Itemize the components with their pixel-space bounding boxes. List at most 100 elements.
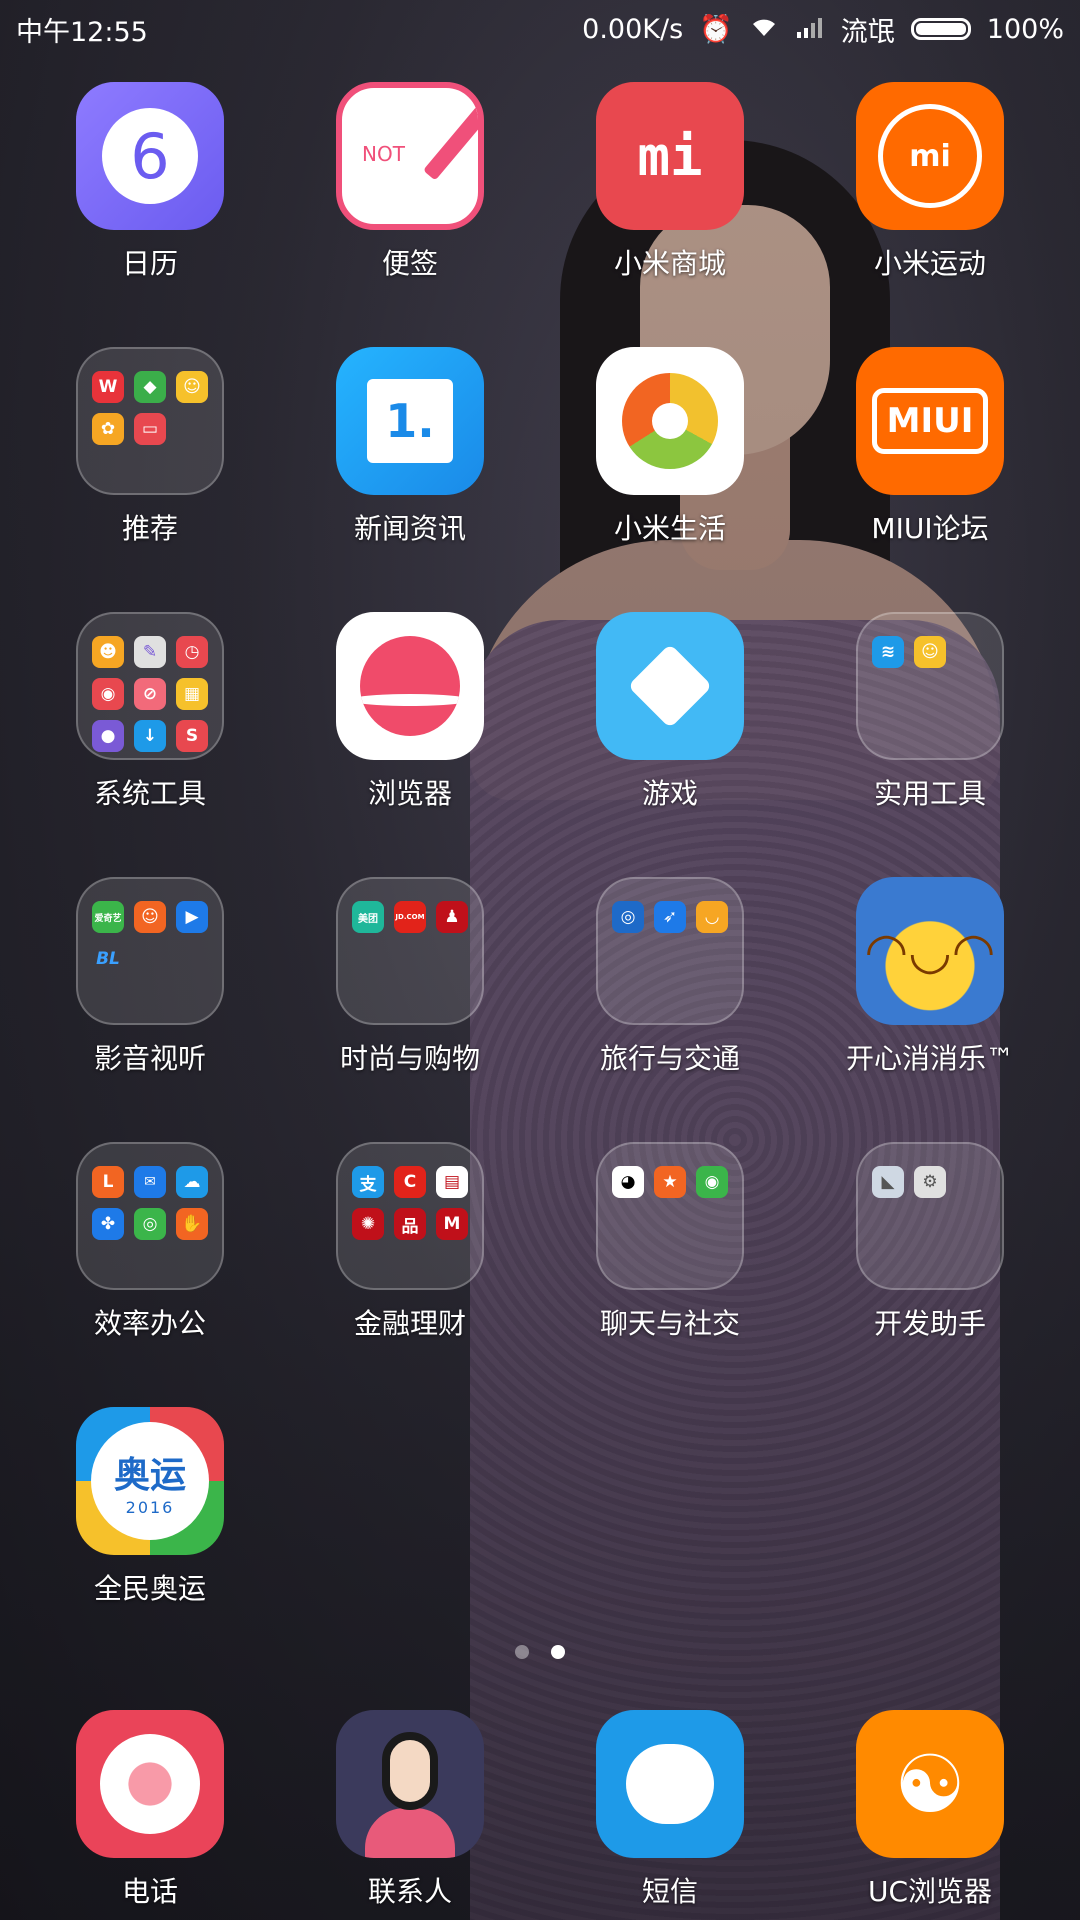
page-dot-active[interactable] [551,1645,565,1659]
app-label: 便签 [381,247,438,280]
app-label: UC浏览器 [867,1875,993,1908]
didi-icon: ◡ [696,901,728,933]
app-icon: C [394,1166,426,1198]
notes-icon: NOT [336,82,484,230]
app-icon: ☻ [92,636,124,668]
app-olympics[interactable]: 奥运 2016 全民奥运 [20,1407,280,1672]
app-label: 金融理财 [353,1307,466,1340]
app-label: 新闻资讯 [353,512,466,545]
app-mi-store[interactable]: mi 小米商城 [540,82,800,347]
folder-system-tools[interactable]: ☻ ✎ ◷ ◉ ⊘ ▦ ● ↓ S 系统工具 [20,612,280,877]
app-icon: L [92,1166,124,1198]
wifi-icon: ≋ [872,636,904,668]
app-label: 小米生活 [613,512,726,545]
page-dot[interactable] [515,1645,529,1659]
app-game[interactable]: 游戏 [540,612,800,877]
app-icon: ✋ [176,1208,208,1240]
app-calendar[interactable]: 6 日历 [20,82,280,347]
app-label: 开心消消乐™ [845,1042,1014,1075]
play-icon: ▶ [176,901,208,933]
app-label: 小米运动 [873,247,986,280]
folder-icon: ◎ ➶ ◡ [596,877,744,1025]
app-icon: ☺ [176,371,208,403]
olympics-icon: 奥运 2016 [76,1407,224,1555]
folder-icon: 爱奇艺 ☺ ▶ BL [76,877,224,1025]
folder-travel[interactable]: ◎ ➶ ◡ 旅行与交通 [540,877,800,1142]
folder-shopping[interactable]: 美团 JD.COM ♟ 时尚与购物 [280,877,540,1142]
network-speed: 0.00K/s [582,13,684,45]
wallet-icon: ▭ [134,413,166,445]
app-icon: ★ [654,1166,686,1198]
app-icon: M [436,1208,468,1240]
camera-icon: ◉ [92,678,124,710]
messages-icon [596,1710,744,1858]
alarm-icon: ⏰ [699,14,733,45]
app-browser[interactable]: 浏览器 [280,612,540,877]
battery-percent: 100% [986,13,1064,45]
folder-icon: 支 C ▤ ✺ 品 M [336,1142,484,1290]
folder-icon: ☻ ✎ ◷ ◉ ⊘ ▦ ● ↓ S [76,612,224,760]
browser-icon [336,612,484,760]
carrier-name: 流氓 [840,16,895,48]
folder-recommend[interactable]: W ◆ ☺ ✿ ▭ 推荐 [20,347,280,612]
app-grid: 6 日历 NOT 便签 mi 小米商城 mi 小米运动 W ◆ ☺ ✿ ▭ 推荐… [0,82,1080,1672]
app-label: 时尚与购物 [339,1042,480,1075]
folder-icon: W ◆ ☺ ✿ ▭ [76,347,224,495]
app-notes[interactable]: NOT 便签 [280,82,540,347]
news-icon: 1. [336,347,484,495]
bl-icon: BL [96,949,120,969]
app-label: 效率办公 [93,1307,206,1340]
dock: 电话 联系人 短信 ☯ UC浏览器 [0,1710,1080,1910]
folder-icon: ◣ ⚙ [856,1142,1004,1290]
folder-office[interactable]: L ✉ ☁ ✤ ◎ ✋ 效率办公 [20,1142,280,1407]
page-indicator[interactable] [0,1645,1080,1659]
download-icon: ↓ [134,720,166,752]
wechat-icon: ◉ [696,1166,728,1198]
folder-social[interactable]: ◕ ★ ◉ 聊天与社交 [540,1142,800,1407]
app-label: MIUI论坛 [871,512,989,545]
dock-phone[interactable]: 电话 [20,1710,280,1910]
app-miui-forum[interactable]: MIUI MIUI论坛 [800,347,1060,612]
app-icon: ✉ [134,1166,166,1198]
app-mi-fit[interactable]: mi 小米运动 [800,82,1060,347]
app-label: 开发助手 [873,1307,986,1340]
battery-icon [910,18,971,40]
dock-messages[interactable]: 短信 [540,1710,800,1910]
app-icon: ✎ [134,636,166,668]
folder-dev-tools[interactable]: ◣ ⚙ 开发助手 [800,1142,1060,1407]
app-label: 短信 [641,1875,698,1908]
recorder-icon: ● [92,720,124,752]
contacts-icon [336,1710,484,1858]
app-icon: ◎ [134,1208,166,1240]
folder-utilities[interactable]: ≋ ☺ 实用工具 [800,612,1060,877]
meituan-icon: 美团 [352,901,384,933]
railway-icon: ◎ [612,901,644,933]
folder-media[interactable]: 爱奇艺 ☺ ▶ BL 影音视听 [20,877,280,1142]
phone-icon [76,1710,224,1858]
clock-icon: ◷ [176,636,208,668]
mi-store-icon: mi [596,82,744,230]
app-label: 推荐 [121,512,178,545]
dock-uc-browser[interactable]: ☯ UC浏览器 [800,1710,1060,1910]
cloud-icon: ☁ [176,1166,208,1198]
app-happy-elimination[interactable]: ◠◡◠ 开心消消乐™ [800,877,1060,1142]
app-label: 小米商城 [613,247,726,280]
happy-elimination-icon: ◠◡◠ [856,877,1004,1025]
app-mi-life[interactable]: 小米生活 [540,347,800,612]
app-news[interactable]: 1. 新闻资讯 [280,347,540,612]
app-label: 全民奥运 [93,1572,206,1605]
app-icon: ♟ [436,901,468,933]
app-label: 实用工具 [873,777,986,810]
iqiyi-icon: 爱奇艺 [92,901,124,933]
settings-folder-icon: ⚙ [914,1166,946,1198]
app-label: 日历 [121,247,178,280]
folder-finance[interactable]: 支 C ▤ ✺ 品 M 金融理财 [280,1142,540,1407]
mi-fit-icon: mi [856,82,1004,230]
folder-icon: ≋ ☺ [856,612,1004,760]
miui-forum-icon: MIUI [856,347,1004,495]
app-icon: ☺ [134,901,166,933]
app-label: 系统工具 [93,777,206,810]
app-icon: ✿ [92,413,124,445]
dock-contacts[interactable]: 联系人 [280,1710,540,1910]
app-icon: 品 [394,1208,426,1240]
